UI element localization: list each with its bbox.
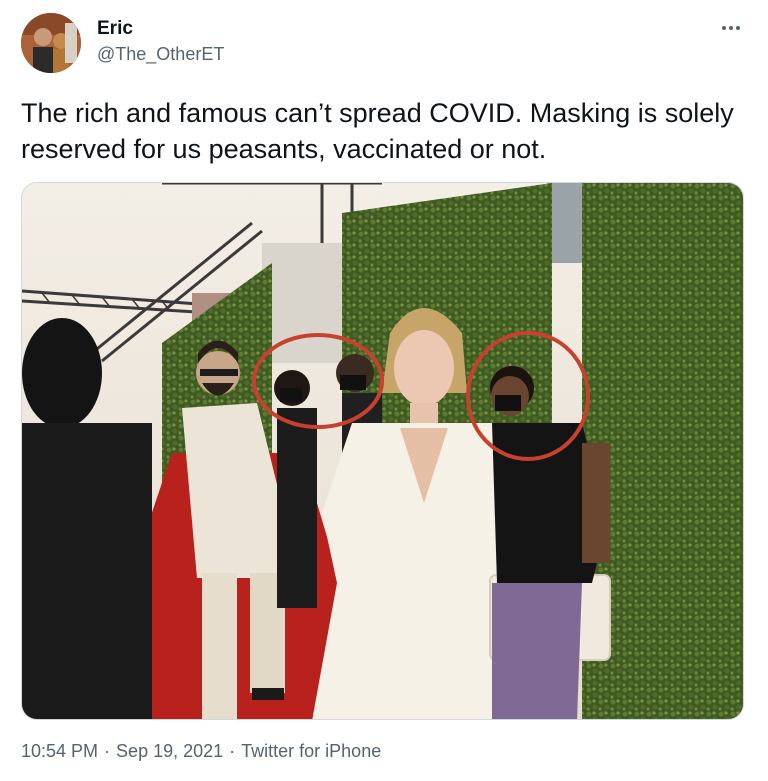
tweet-metadata: 10:54 PM · Sep 19, 2021 · Twitter for iPhone bbox=[21, 741, 381, 762]
tweet-card: Eric @The_OtherET The rich and famous ca… bbox=[0, 0, 768, 781]
avatar-image bbox=[21, 13, 81, 73]
more-options-button[interactable] bbox=[717, 16, 745, 40]
avatar[interactable] bbox=[21, 13, 81, 73]
more-horizontal-icon bbox=[736, 26, 740, 30]
separator-dot: · bbox=[229, 741, 236, 761]
red-carpet-photo bbox=[22, 183, 743, 719]
more-horizontal-icon bbox=[722, 26, 726, 30]
tweet-time[interactable]: 10:54 PM bbox=[21, 741, 98, 761]
author-name[interactable]: Eric bbox=[97, 18, 133, 40]
more-horizontal-icon bbox=[729, 26, 733, 30]
tweet-date[interactable]: Sep 19, 2021 bbox=[116, 741, 223, 761]
tweet-photo[interactable] bbox=[21, 182, 744, 720]
tweet-text: The rich and famous can’t spread COVID. … bbox=[21, 98, 734, 164]
tweet-source[interactable]: Twitter for iPhone bbox=[241, 741, 381, 761]
separator-dot: · bbox=[104, 741, 111, 761]
author-handle[interactable]: @The_OtherET bbox=[97, 44, 224, 65]
